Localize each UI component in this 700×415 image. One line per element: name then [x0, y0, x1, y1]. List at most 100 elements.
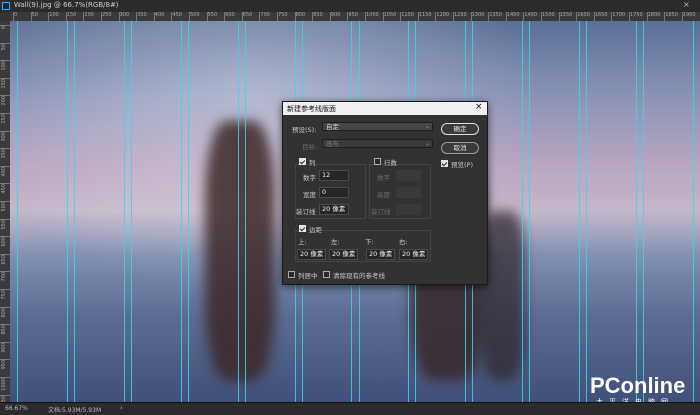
- ruler-tick-label: 750: [278, 12, 288, 18]
- vertical-guide[interactable]: [579, 21, 580, 402]
- vertical-guide[interactable]: [586, 21, 587, 402]
- ruler-tick-label: 200: [1, 96, 7, 106]
- ruler-tick-label: 1750: [630, 12, 643, 18]
- status-bar: 66.67% 文档:5.93M/5.93M ›: [0, 402, 700, 415]
- ruler-tick-label: 0: [14, 12, 18, 18]
- clear-guides-checkbox[interactable]: [323, 271, 330, 278]
- margin-right-input[interactable]: 20 像素: [399, 249, 428, 260]
- margin-top-input[interactable]: 20 像素: [297, 249, 326, 260]
- columns-checkbox[interactable]: [299, 158, 306, 165]
- vertical-guide[interactable]: [131, 21, 132, 402]
- ruler-tick-label: 100: [1, 61, 7, 71]
- ruler-tick-label: 1350: [489, 12, 502, 18]
- columns-width-label: 宽度: [303, 191, 316, 199]
- clear-guides-label: 清除现有的参考线: [333, 272, 385, 280]
- photoshop-icon: [2, 2, 10, 10]
- margin-left-label: 左:: [331, 238, 340, 246]
- ruler-tick-label: 550: [207, 12, 218, 18]
- columns-width-input[interactable]: 0: [319, 187, 349, 198]
- vertical-guide[interactable]: [643, 21, 644, 402]
- center-columns-checkbox[interactable]: [288, 271, 295, 278]
- ruler-tick-label: 500: [190, 12, 200, 18]
- vertical-guide[interactable]: [636, 21, 637, 402]
- rows-checkbox[interactable]: [374, 158, 381, 165]
- preset-value: 自定: [326, 123, 339, 131]
- vertical-guide[interactable]: [188, 21, 189, 402]
- ruler-tick-label: 1500: [542, 12, 555, 18]
- vertical-guide[interactable]: [693, 21, 694, 402]
- vertical-guide[interactable]: [238, 21, 239, 402]
- dialog-title-bar[interactable]: 新建参考线版面 ×: [283, 102, 487, 115]
- dialog-title: 新建参考线版面: [287, 105, 336, 113]
- ruler-tick-label: 650: [242, 12, 253, 18]
- preview-checkbox[interactable]: [441, 160, 448, 167]
- target-label: 目标:: [302, 143, 318, 151]
- vertical-guide[interactable]: [67, 21, 68, 402]
- ruler-tick-label: 1400: [506, 12, 520, 18]
- ruler-tick-label: 1100: [401, 12, 414, 18]
- columns-label: 列: [309, 159, 316, 167]
- document-tab-title[interactable]: Wall(9).jpg @ 66.7%(RGB/8#): [14, 1, 119, 9]
- rows-label: 行数: [384, 159, 397, 167]
- ruler-tick-label: 800: [1, 307, 7, 318]
- ruler-tick-label: 150: [1, 78, 7, 89]
- ruler-tick-label: 1600: [577, 12, 590, 18]
- margin-checkbox[interactable]: [299, 225, 306, 232]
- watermark-logo: PConline: [590, 373, 686, 398]
- vertical-guide[interactable]: [529, 21, 530, 402]
- ruler-tick-label: 450: [1, 184, 7, 194]
- vertical-guide[interactable]: [124, 21, 125, 402]
- ruler-tick-label: 650: [1, 254, 7, 265]
- chevron-down-icon: ⌄: [424, 123, 430, 130]
- columns-gutter-label: 装订线: [296, 208, 316, 216]
- margin-top-label: 上:: [298, 238, 307, 246]
- preset-select[interactable]: 自定 ⌄: [322, 122, 433, 131]
- margin-bottom-label: 下:: [365, 238, 374, 246]
- vertical-guide[interactable]: [17, 21, 18, 402]
- ruler-tick-label: 550: [1, 219, 7, 230]
- new-guide-layout-dialog: 新建参考线版面 × 预设(S): 自定 ⌄ 确定 目标: 画布 ⌄ 取消 预览(…: [282, 101, 488, 285]
- ruler-tick-label: 1700: [612, 12, 626, 18]
- ruler-tick-label: 600: [1, 237, 7, 247]
- cancel-button[interactable]: 取消: [441, 142, 479, 154]
- margin-left-input[interactable]: 20 像素: [329, 249, 358, 260]
- margin-bottom-input[interactable]: 20 像素: [366, 249, 395, 260]
- ruler-tick-label: 1800: [647, 12, 661, 18]
- ruler-tick-label: 1450: [524, 12, 538, 18]
- ruler-tick-label: 950: [348, 12, 358, 18]
- ruler-tick-label: 1900: [682, 12, 696, 18]
- ruler-tick-label: 400: [154, 12, 165, 18]
- ruler-tick-label: 1250: [454, 12, 467, 18]
- rows-number-input: [396, 170, 421, 181]
- ok-button[interactable]: 确定: [441, 123, 479, 135]
- status-menu-chevron-icon[interactable]: ›: [120, 404, 123, 412]
- ruler-tick-label: 950: [1, 360, 7, 370]
- ruler-tick-label: 850: [313, 12, 323, 18]
- vertical-guide[interactable]: [522, 21, 523, 402]
- zoom-level[interactable]: 66.67%: [5, 405, 28, 412]
- blurred-rock-left: [205, 121, 275, 381]
- columns-number-input[interactable]: 12: [319, 170, 349, 181]
- ruler-tick-label: 600: [225, 12, 235, 18]
- ruler-tick-label: 150: [66, 12, 77, 18]
- columns-gutter-input[interactable]: 20 像素: [319, 204, 349, 215]
- vertical-guide[interactable]: [181, 21, 182, 402]
- vertical-guide[interactable]: [74, 21, 75, 402]
- ruler-tick-label: 1650: [594, 12, 608, 18]
- ruler-origin[interactable]: [0, 12, 10, 21]
- ruler-tick-label: 1000: [1, 378, 7, 391]
- ruler-tick-label: 300: [1, 131, 7, 142]
- close-tab-icon[interactable]: ×: [683, 0, 690, 9]
- ruler-tick-label: 350: [137, 12, 147, 18]
- ruler-tick-label: 800: [295, 12, 306, 18]
- ruler-tick-label: 50: [31, 12, 38, 18]
- dialog-close-icon[interactable]: ×: [475, 102, 483, 112]
- ruler-tick-label: 500: [1, 202, 7, 212]
- vertical-guide[interactable]: [245, 21, 246, 402]
- ruler-tick-label: 750: [1, 290, 7, 300]
- ruler-tick-label: 1550: [559, 12, 573, 18]
- rows-gutter-input: [396, 204, 421, 215]
- preset-label: 预设(S):: [292, 126, 317, 134]
- ruler-tick-label: 1300: [471, 12, 485, 18]
- ruler-tick-label: 450: [172, 12, 182, 18]
